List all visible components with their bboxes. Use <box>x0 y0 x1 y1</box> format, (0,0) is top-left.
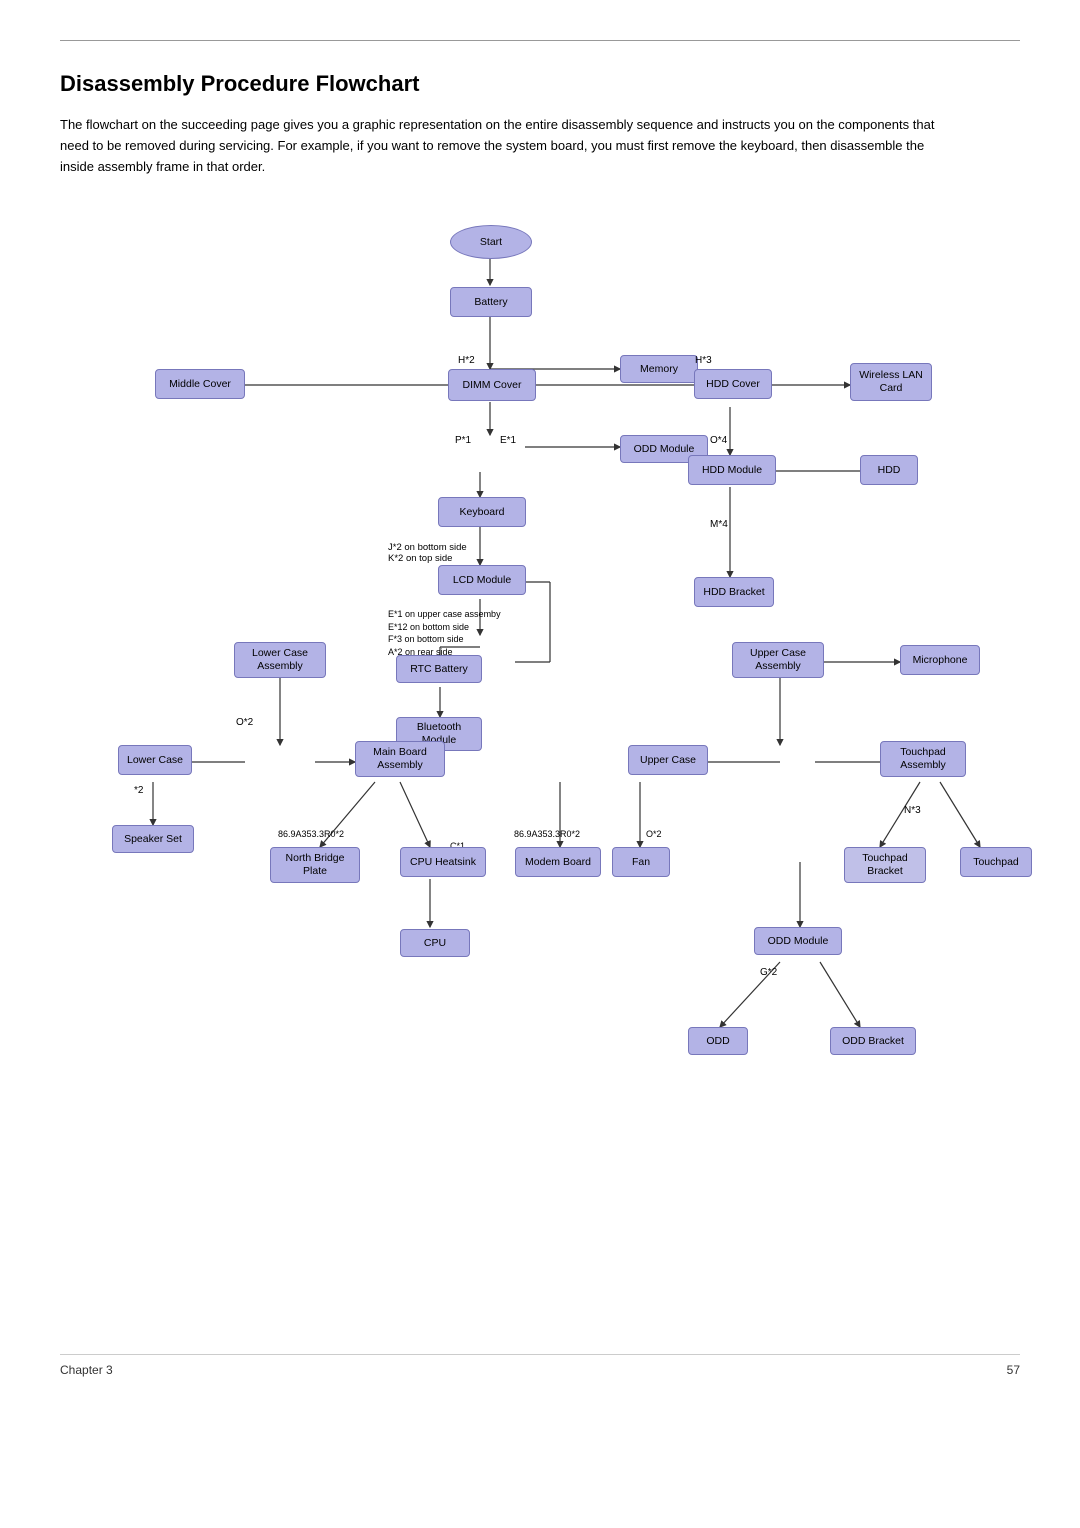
node-odd-bracket: ODD Bracket <box>830 1027 916 1055</box>
page: Disassembly Procedure Flowchart The flow… <box>0 0 1080 1397</box>
footer-chapter: Chapter 3 <box>60 1363 113 1377</box>
node-touchpad-bracket: Touchpad Bracket <box>844 847 926 883</box>
label-o2: O*2 <box>236 717 253 728</box>
label-e1: E*1 <box>500 435 516 446</box>
node-battery: Battery <box>450 287 532 317</box>
node-lower-case-assembly: Lower Case Assembly <box>234 642 326 678</box>
top-rule <box>60 40 1020 41</box>
node-hdd: HDD <box>860 455 918 485</box>
node-hdd-cover: HDD Cover <box>694 369 772 399</box>
node-rtc-battery: RTC Battery <box>396 655 482 683</box>
intro-text: The flowchart on the succeeding page giv… <box>60 115 960 177</box>
label-m4: M*4 <box>710 519 728 530</box>
node-speaker-set: Speaker Set <box>112 825 194 853</box>
node-lower-case: Lower Case <box>118 745 192 775</box>
label-j2-k2: J*2 on bottom side K*2 on top side <box>388 531 467 564</box>
node-start: Start <box>450 225 532 259</box>
node-cpu-heatsink: CPU Heatsink <box>400 847 486 877</box>
node-hdd-module: HDD Module <box>688 455 776 485</box>
node-odd: ODD <box>688 1027 748 1055</box>
node-wireless-lan: Wireless LAN Card <box>850 363 932 401</box>
node-modem-board: Modem Board <box>515 847 601 877</box>
node-fan: Fan <box>612 847 670 877</box>
node-hdd-bracket: HDD Bracket <box>694 577 774 607</box>
node-lcd-module: LCD Module <box>438 565 526 595</box>
flowchart: Start Battery H*2 Memory H*3 Middle Cove… <box>60 207 1020 1337</box>
label-86-left: 86.9A353.3R0*2 <box>278 829 344 839</box>
label-h3: H*3 <box>695 355 712 366</box>
label-p1: P*1 <box>455 435 471 446</box>
label-g2: G*2 <box>760 967 777 978</box>
label-h2: H*2 <box>458 355 475 366</box>
footer: Chapter 3 57 <box>60 1354 1020 1377</box>
node-touchpad: Touchpad <box>960 847 1032 877</box>
label-86-right: 86.9A353.3R0*2 <box>514 829 580 839</box>
footer-page: 57 <box>1007 1363 1020 1377</box>
node-main-board-assembly: Main Board Assembly <box>355 741 445 777</box>
node-dimm-cover: DIMM Cover <box>448 369 536 401</box>
node-touchpad-assembly: Touchpad Assembly <box>880 741 966 777</box>
label-star2: *2 <box>134 785 143 796</box>
label-o4: O*4 <box>710 435 727 446</box>
label-n3: N*3 <box>904 805 921 816</box>
node-keyboard: Keyboard <box>438 497 526 527</box>
node-memory: Memory <box>620 355 698 383</box>
label-e1-upper: E*1 on upper case assemby E*12 on bottom… <box>388 595 501 658</box>
node-odd-module-bottom: ODD Module <box>754 927 842 955</box>
page-title: Disassembly Procedure Flowchart <box>60 71 1020 97</box>
label-o2-fan: O*2 <box>646 829 662 839</box>
node-cpu: CPU <box>400 929 470 957</box>
node-north-bridge-plate: North Bridge Plate <box>270 847 360 883</box>
node-microphone: Microphone <box>900 645 980 675</box>
node-upper-case: Upper Case <box>628 745 708 775</box>
node-upper-case-assembly: Upper Case Assembly <box>732 642 824 678</box>
node-middle-cover: Middle Cover <box>155 369 245 399</box>
